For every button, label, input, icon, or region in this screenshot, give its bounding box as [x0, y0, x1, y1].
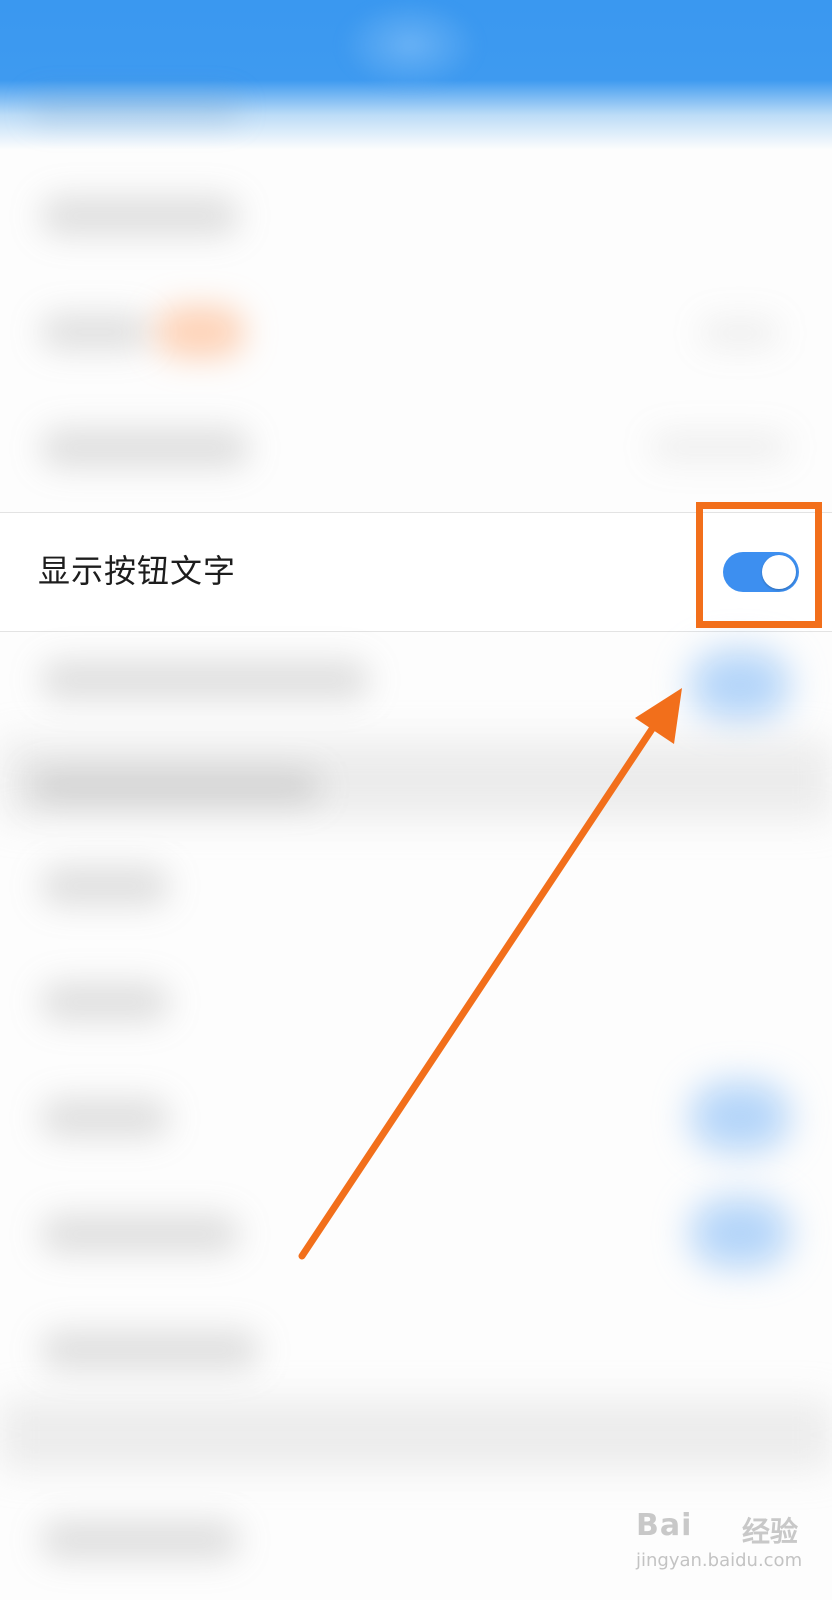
annotation-arrow-icon [298, 688, 682, 1260]
settings-screen: 显示按钮文字 Bai 经验 jingyan.baidu.com [0, 0, 832, 1600]
watermark-brand-cn: 经验 [742, 1515, 799, 1548]
baidu-jingyan-watermark: Bai 经验 jingyan.baidu.com [636, 1508, 816, 1588]
watermark-url: jingyan.baidu.com [636, 1550, 803, 1571]
watermark-brand: Bai [636, 1508, 693, 1543]
